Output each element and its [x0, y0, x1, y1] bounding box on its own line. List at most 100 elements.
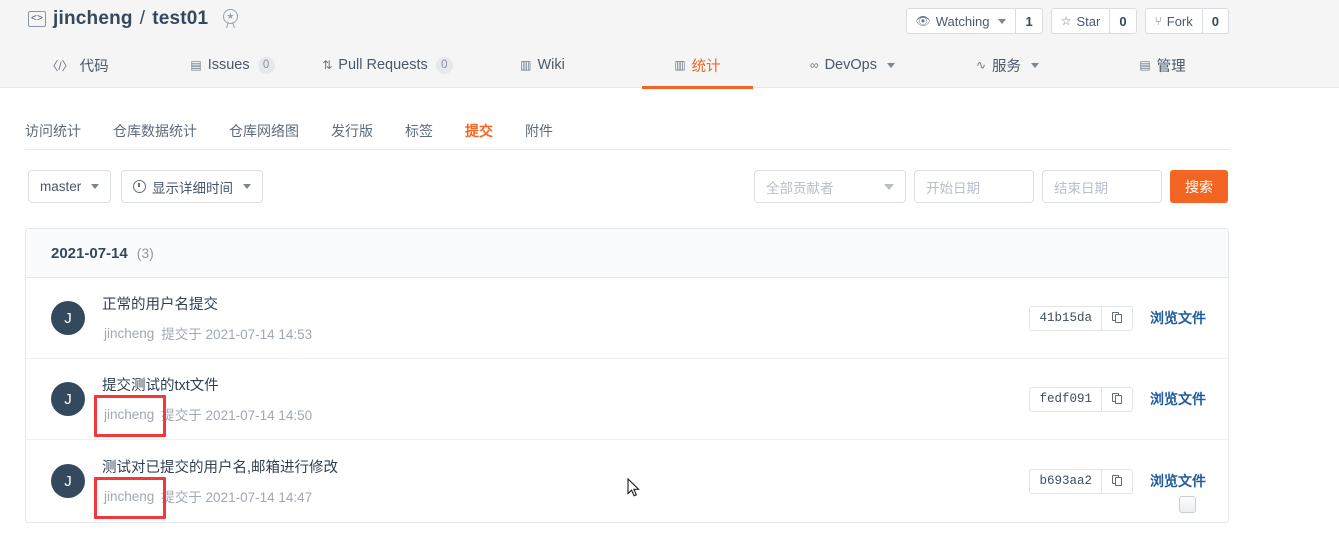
branch-selector[interactable]: master: [28, 170, 112, 203]
watch-button[interactable]: 👁 Watching: [905, 8, 1016, 34]
branch-label: master: [40, 179, 82, 194]
nav-item-label: 代码: [79, 58, 109, 75]
commit-author[interactable]: jincheng: [93, 394, 167, 437]
nav-item-统计[interactable]: ▥ 统计: [620, 42, 775, 89]
fork-label: Fork: [1166, 13, 1193, 29]
commit-actions: fedf091 浏览文件: [1029, 386, 1206, 412]
pulse-icon: ∿: [975, 58, 987, 72]
repo-code-icon: <>: [28, 11, 46, 27]
chevron-down-icon: [91, 184, 100, 189]
repo-name-link[interactable]: test01: [152, 8, 208, 30]
copy-icon[interactable]: [1101, 469, 1132, 493]
commit-sha-group: 41b15da: [1029, 305, 1133, 331]
star-label: Star: [1076, 13, 1101, 29]
infinity-icon: ∞: [810, 58, 819, 72]
nav-item-devops[interactable]: ∞ DevOps: [775, 42, 930, 88]
time-format-selector[interactable]: 显示详细时间: [121, 170, 263, 203]
nav-item-issues[interactable]: ▤ Issues 0: [155, 42, 310, 88]
settings-doc-icon: ▤: [1139, 58, 1151, 72]
repo-owner-link[interactable]: jincheng: [53, 8, 133, 30]
browse-files-link[interactable]: 浏览文件: [1150, 471, 1206, 491]
browse-files-link[interactable]: 浏览文件: [1150, 308, 1206, 328]
star-icon: ☆: [1060, 14, 1072, 28]
commit-sha-group: b693aa2: [1029, 468, 1133, 494]
sub-nav-item-4[interactable]: 标签: [389, 121, 449, 141]
commit-details: 测试对已提交的用户名,邮箱进行修改 jincheng 提交于 2021-07-14 …: [93, 456, 1029, 519]
search-button[interactable]: 搜索: [1170, 170, 1228, 203]
commit-timestamp: 提交于 2021-07-14 14:53: [161, 327, 313, 342]
main-navigation: 〈/〉 代码 ▤ Issues 0 ⇅ Pull Requests 0 ▥ Wiki ▥ 统计 ∞ Dev…: [0, 42, 1339, 89]
commits-date-header: 2021-07-14 (3): [26, 229, 1228, 278]
commit-count: (3): [136, 245, 154, 261]
commit-timestamp: 提交于 2021-07-14 14:47: [161, 490, 313, 505]
fork-count[interactable]: 0: [1201, 8, 1229, 34]
commit-timestamp: 提交于 2021-07-14 14:50: [161, 408, 313, 423]
star-count[interactable]: 0: [1109, 8, 1137, 34]
nav-item-wiki[interactable]: ▥ Wiki: [465, 42, 620, 88]
commit-meta: jincheng 提交于 2021-07-14 14:50: [93, 394, 1029, 437]
sub-nav-item-5[interactable]: 提交: [449, 121, 509, 141]
commit-date: 2021-07-14: [51, 244, 128, 262]
copy-icon[interactable]: [1101, 306, 1132, 330]
repository-breadcrumb: <> jincheng / test01 ★: [28, 8, 241, 30]
commit-row: J 提交测试的txt文件 jincheng 提交于 2021-07-14 14:50 f…: [26, 359, 1228, 440]
commit-sha[interactable]: b693aa2: [1030, 470, 1101, 493]
sub-nav-item-6[interactable]: 附件: [509, 121, 569, 141]
nav-item-label: DevOps: [824, 57, 877, 73]
watch-button-group[interactable]: 👁 Watching 1: [905, 8, 1043, 34]
commit-sha[interactable]: fedf091: [1030, 388, 1101, 411]
eye-icon: 👁: [915, 14, 931, 28]
commit-details: 提交测试的txt文件 jincheng 提交于 2021-07-14 14:50: [93, 374, 1029, 437]
filter-toolbar: master 显示详细时间 全部贡献者 开始日期 结束日期 搜索: [28, 170, 1228, 204]
fork-button-group[interactable]: ⑂ Fork 0: [1144, 8, 1229, 34]
browse-files-link[interactable]: 浏览文件: [1150, 389, 1206, 409]
commit-row: J 正常的用户名提交 jincheng 提交于 2021-07-14 14:53 41b…: [26, 278, 1228, 359]
end-date-input[interactable]: 结束日期: [1042, 170, 1162, 203]
sub-nav-item-2[interactable]: 仓库网络图: [213, 121, 315, 141]
watch-count[interactable]: 1: [1015, 8, 1043, 34]
commit-message[interactable]: 提交测试的txt文件: [102, 374, 1029, 395]
star-button[interactable]: ☆ Star: [1050, 8, 1110, 34]
commit-author[interactable]: jincheng: [93, 476, 167, 519]
chevron-down-icon: [998, 18, 1007, 24]
time-format-label: 显示详细时间: [152, 180, 233, 196]
commit-message[interactable]: 测试对已提交的用户名,邮箱进行修改: [102, 456, 1029, 477]
star-button-group[interactable]: ☆ Star 0: [1050, 8, 1137, 34]
statistics-sub-navigation: 访问统计 仓库数据统计 仓库网络图 发行版 标签 提交 附件: [25, 112, 1230, 150]
nav-item-label: Pull Requests: [338, 57, 428, 73]
nav-item-代码[interactable]: 〈/〉 代码: [0, 42, 155, 88]
sub-nav-item-0[interactable]: 访问统计: [25, 121, 97, 141]
commit-meta: jincheng 提交于 2021-07-14 14:47: [93, 476, 1029, 519]
nav-item-label: 服务: [992, 58, 1022, 75]
pull-request-icon: ⇅: [322, 58, 333, 72]
start-date-placeholder: 开始日期: [926, 180, 980, 196]
nav-item-count: 0: [435, 56, 453, 74]
sub-nav-item-3[interactable]: 发行版: [315, 121, 389, 141]
breadcrumb-separator: /: [139, 8, 146, 29]
fork-icon: ⑂: [1154, 14, 1162, 28]
main-nav-items: 〈/〉 代码 ▤ Issues 0 ⇅ Pull Requests 0 ▥ Wiki ▥ 统计 ∞ Dev…: [0, 42, 1240, 89]
nav-item-服务[interactable]: ∿ 服务: [930, 42, 1085, 88]
sub-nav-item-1[interactable]: 仓库数据统计: [97, 121, 213, 141]
fork-button[interactable]: ⑂ Fork: [1144, 8, 1202, 34]
start-date-input[interactable]: 开始日期: [914, 170, 1034, 203]
clock-icon: [133, 180, 146, 193]
nav-item-count: 0: [257, 56, 275, 74]
commit-message[interactable]: 正常的用户名提交: [102, 293, 1029, 314]
header-action-buttons: 👁 Watching 1 ☆ Star 0 ⑂ Fork 0: [905, 8, 1229, 34]
nav-item-管理[interactable]: ▤ 管理: [1085, 42, 1240, 88]
scroll-thumb-button[interactable]: [1179, 496, 1196, 513]
contributor-select[interactable]: 全部贡献者: [754, 170, 906, 203]
watch-label: Watching: [935, 13, 990, 29]
commit-author[interactable]: jincheng: [102, 325, 156, 342]
chevron-down-icon: [886, 62, 895, 68]
wiki-book-icon: ▥: [520, 58, 532, 72]
avatar[interactable]: J: [51, 464, 85, 498]
copy-icon[interactable]: [1101, 387, 1132, 411]
contributor-placeholder: 全部贡献者: [766, 180, 834, 196]
avatar[interactable]: J: [51, 301, 85, 335]
avatar[interactable]: J: [51, 382, 85, 416]
issue-icon: ▤: [190, 58, 202, 72]
commit-sha[interactable]: 41b15da: [1030, 307, 1101, 330]
nav-item-pull-requests[interactable]: ⇅ Pull Requests 0: [310, 42, 465, 88]
